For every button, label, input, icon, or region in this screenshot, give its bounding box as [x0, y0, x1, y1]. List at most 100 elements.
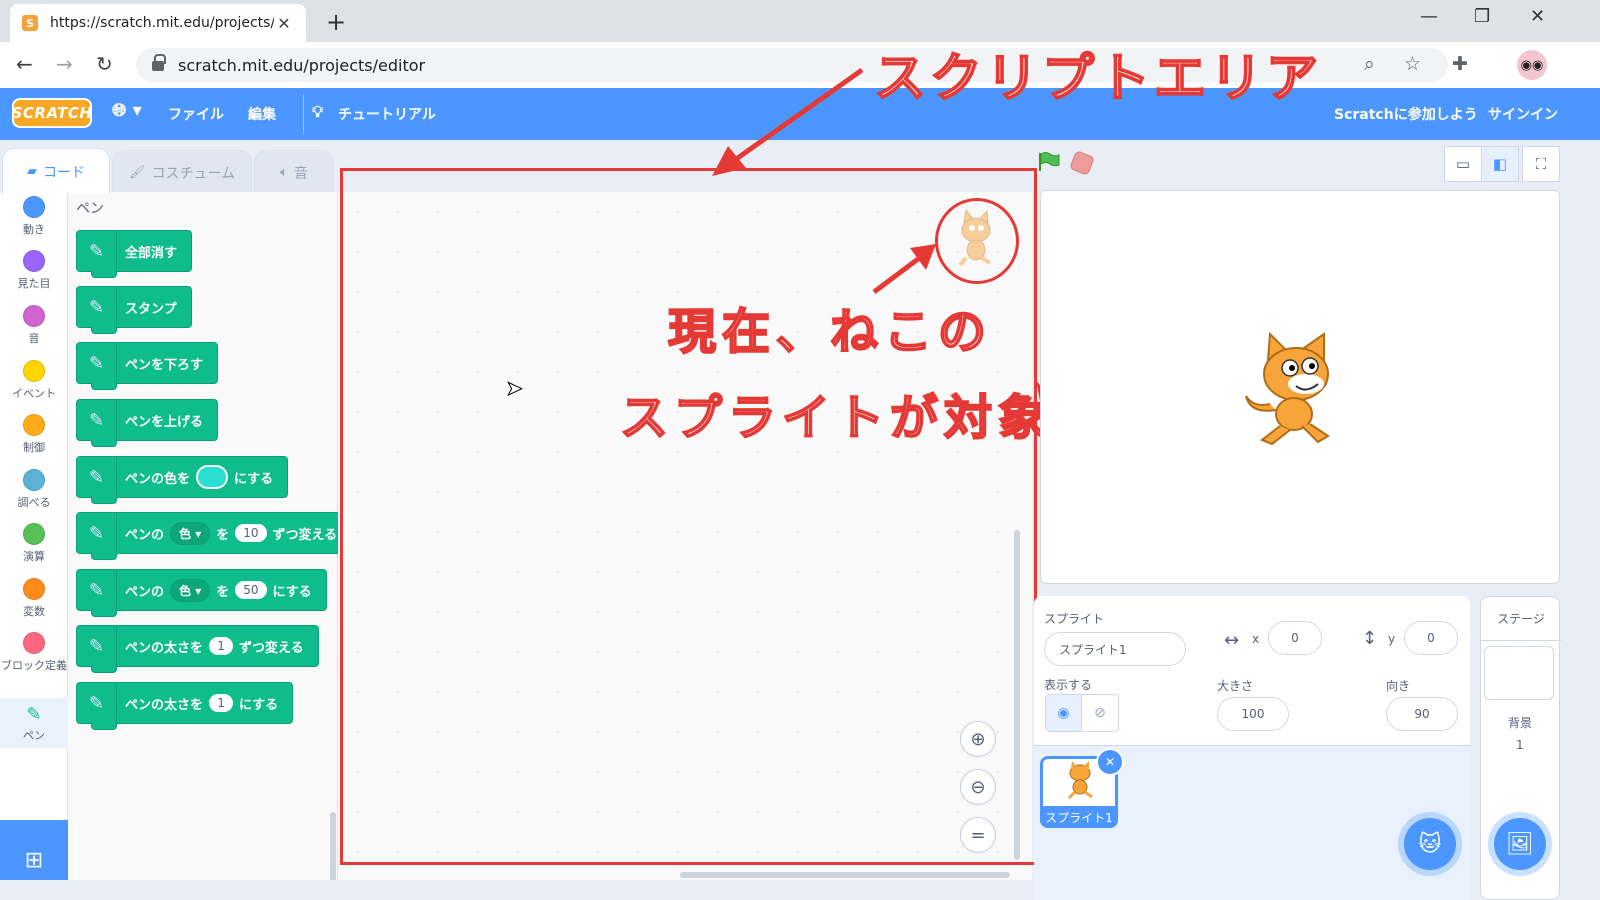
add-backdrop-button[interactable]: 🖼︎ [1494, 818, 1546, 870]
menu-edit[interactable]: 編集 [248, 104, 276, 124]
backdrops-count: 1 [1516, 738, 1524, 752]
palette-scrollbar[interactable] [330, 812, 336, 882]
visibility-toggle: ◉ ⊘ [1045, 694, 1119, 732]
palette-section-title: ペン [76, 201, 104, 217]
signin-link[interactable]: サインイン [1488, 104, 1558, 124]
pen-icon: ✎ [77, 231, 117, 271]
block-set-pen-param[interactable]: ✎ ペンの 色 ▾ を 50 にする [76, 569, 327, 617]
block-text: スタンプ [125, 301, 177, 317]
size-label: 大きさ [1217, 679, 1254, 693]
pen-icon: ✎ [77, 513, 117, 553]
bookmark-star-icon[interactable]: ☆ [1404, 53, 1421, 75]
tab-code-label: コード [43, 164, 85, 181]
pen-icon: ✎ [77, 570, 117, 610]
category-events[interactable]: イベント [0, 360, 68, 401]
color-picker[interactable] [196, 465, 229, 489]
language-globe-icon[interactable]: 🌐︎ ▾ [112, 100, 142, 121]
reload-icon[interactable]: ↻ [96, 52, 113, 76]
category-looks[interactable]: 見た目 [0, 250, 68, 291]
menubar-divider [303, 94, 304, 134]
menu-file[interactable]: ファイル [168, 104, 224, 124]
scratch-logo[interactable]: SCRATCH [12, 98, 92, 128]
category-sound[interactable]: 音 [0, 305, 68, 346]
block-change-pen-param[interactable]: ✎ ペンの 色 ▾ を 10 ずつ変える [76, 512, 353, 560]
stage-cat-sprite[interactable] [1240, 330, 1350, 450]
back-icon[interactable]: ← [16, 52, 33, 76]
window-close-icon[interactable]: ✕ [1530, 6, 1545, 27]
browser-tab[interactable]: S https://scratch.mit.edu/projects/e ✕ [10, 4, 306, 42]
category-pen[interactable]: ✎ ペン [0, 698, 68, 748]
pen-icon: ✎ [77, 626, 117, 666]
new-tab-icon[interactable]: + [326, 8, 346, 36]
show-label: 表示する [1044, 678, 1093, 692]
forward-icon[interactable]: → [56, 52, 73, 76]
block-pen-down[interactable]: ✎ ペンを下ろす [76, 342, 219, 390]
block-pen-up[interactable]: ✎ ペンを上げる [76, 399, 219, 447]
category-control[interactable]: 制御 [0, 414, 68, 455]
stage-thumbnail[interactable] [1484, 646, 1554, 700]
block-text: ずつ変える [239, 640, 304, 656]
normal-stage-button[interactable]: ◧ [1481, 146, 1519, 182]
category-variables[interactable]: 変数 [0, 578, 68, 619]
menu-tutorials[interactable]: チュートリアル [338, 104, 436, 124]
block-pen-clear[interactable]: ✎ 全部消す [76, 230, 193, 278]
block-text: 全部消す [125, 245, 178, 261]
tab-sounds-label: 音 [293, 165, 308, 182]
close-tab-icon[interactable]: ✕ [274, 14, 294, 33]
browser-tab-title: https://scratch.mit.edu/projects/e [50, 15, 274, 31]
tab-code[interactable]: ▰ コード [2, 148, 110, 194]
minimize-icon[interactable]: — [1420, 6, 1438, 27]
block-text: ペンの太さを [125, 697, 204, 713]
pen-icon: ✎ [77, 457, 117, 497]
direction-input[interactable]: 90 [1386, 697, 1458, 731]
number-input[interactable]: 50 [235, 581, 267, 599]
script-horizontal-scrollbar[interactable] [680, 872, 1010, 878]
block-set-pen-color[interactable]: ✎ ペンの色を にする [76, 456, 289, 504]
hide-button[interactable]: ⊘ [1082, 695, 1118, 731]
restore-icon[interactable]: ❐ [1474, 6, 1490, 27]
extensions-puzzle-icon[interactable]: ✚ [1452, 53, 1468, 75]
stop-icon[interactable] [1068, 149, 1096, 177]
block-pen-stamp[interactable]: ✎ スタンプ [76, 286, 192, 334]
y-arrow-icon: ↕ [1362, 628, 1378, 649]
small-stage-button[interactable]: ▭ [1444, 146, 1482, 182]
eye-icon: ◉ [1057, 705, 1070, 721]
param-dropdown[interactable]: 色 ▾ [170, 521, 211, 545]
x-arrow-icon: ↔ [1224, 630, 1240, 651]
category-operators[interactable]: 演算 [0, 523, 68, 564]
number-input[interactable]: 1 [209, 694, 234, 712]
number-input[interactable]: 1 [209, 637, 234, 655]
block-change-pen-size[interactable]: ✎ ペンの太さを 1 ずつ変える [76, 625, 319, 673]
block-text: を [216, 527, 230, 543]
add-sprite-button[interactable]: 🐱︎ [1404, 818, 1456, 870]
block-text: にする [272, 584, 312, 600]
green-flag-icon[interactable] [1038, 152, 1060, 172]
tab-costumes[interactable]: 🖌︎ コスチューム [112, 150, 252, 194]
small-stage-icon: ▭ [1455, 155, 1471, 173]
y-input[interactable]: 0 [1404, 621, 1458, 655]
block-text: ペンを下ろす [125, 357, 204, 373]
category-sensing[interactable]: 調べる [0, 469, 68, 510]
category-myblocks[interactable]: ブロック定義 [0, 632, 68, 673]
size-input[interactable]: 100 [1217, 697, 1289, 731]
script-area-highlight [340, 168, 1037, 865]
category-label: 音 [28, 332, 40, 345]
category-motion[interactable]: 動き [0, 196, 68, 237]
join-scratch-link[interactable]: Scratchに参加しよう [1334, 104, 1478, 124]
tab-sounds[interactable]: 🔈︎ 音 [254, 150, 334, 194]
lock-icon [152, 54, 166, 71]
profile-avatar[interactable]: ◉◉ [1517, 50, 1547, 80]
block-set-pen-size[interactable]: ✎ ペンの太さを 1 にする [76, 682, 294, 730]
show-button[interactable]: ◉ [1046, 695, 1083, 731]
category-motion-dot [23, 196, 45, 218]
add-extension-icon: ⊞ [24, 847, 44, 873]
scratch-menubar: SCRATCH 🌐︎ ▾ ファイル 編集 💡︎ チュートリアル Scratchに… [0, 88, 1600, 140]
x-input[interactable]: 0 [1268, 621, 1322, 655]
zoom-search-icon[interactable]: ⌕ [1364, 53, 1375, 75]
sprite-name-input[interactable]: スプライト1 [1044, 632, 1186, 666]
fullscreen-button[interactable]: ⛶ [1522, 146, 1560, 182]
param-dropdown[interactable]: 色 ▾ [170, 578, 211, 602]
number-input[interactable]: 10 [235, 524, 267, 542]
delete-sprite-button[interactable]: ✕ [1096, 748, 1124, 776]
category-label: 変数 [23, 605, 45, 618]
